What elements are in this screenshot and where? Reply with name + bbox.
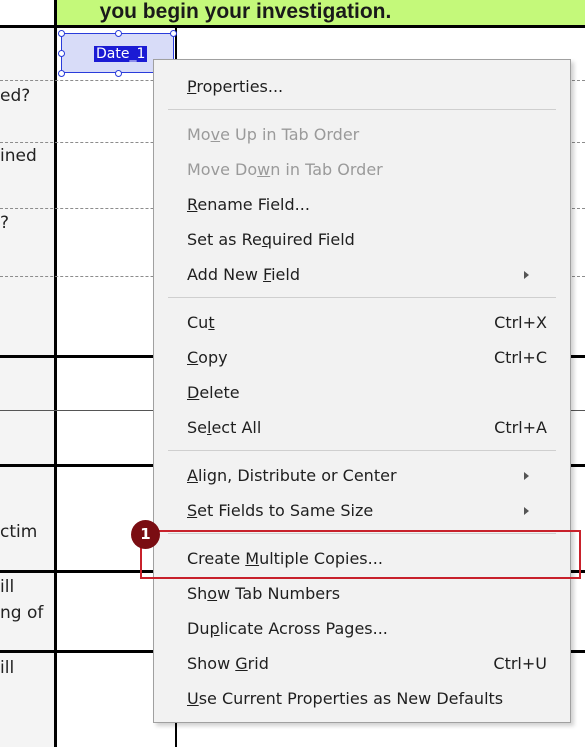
resize-handle[interactable] [58,70,65,77]
resize-handle[interactable] [58,30,65,37]
menu-item-shortcut: Ctrl+A [494,418,547,437]
menu-item-move-down-in-tab-order: Move Down in Tab Order [154,153,570,186]
form-banner: you begin your investigation. [56,0,585,26]
field-context-menu: Properties... Move Up in Tab Order Move Do… [153,59,571,723]
menu-item-set-as-required-field[interactable]: Set as Required Field [154,223,570,256]
menu-item-shortcut: Ctrl+X [494,313,547,332]
step-badge: 1 [131,520,160,549]
field-name-label: Date_1 [94,46,148,62]
form-row-border [0,25,585,28]
menu-item-add-new-field[interactable]: Add New Field [154,258,570,291]
menu-separator [168,297,556,298]
menu-item-select-all[interactable]: Select All Ctrl+A [154,411,570,444]
submenu-arrow-icon [524,507,529,515]
form-label-column [0,28,55,747]
menu-item-show-tab-numbers[interactable]: Show Tab Numbers [154,577,570,610]
menu-item-label: Add New Field [187,265,300,284]
menu-item-move-up-in-tab-order: Move Up in Tab Order [154,118,570,151]
menu-item-rename-field[interactable]: Rename Field... [154,188,570,221]
form-question-fragment: ? [0,213,10,233]
menu-item-set-fields-to-same-size[interactable]: Set Fields to Same Size [154,494,570,527]
form-question-fragment: ill [0,658,15,678]
resize-handle[interactable] [58,50,65,57]
resize-handle[interactable] [170,30,177,37]
menu-item-label: Delete [187,383,240,402]
resize-handle[interactable] [115,30,122,37]
menu-item-label: Select All [187,418,262,437]
form-question-fragment: ctim [0,522,38,542]
menu-item-label: Set Fields to Same Size [187,501,374,520]
menu-item-shortcut: Ctrl+U [493,654,547,673]
menu-item-delete[interactable]: Delete [154,376,570,409]
menu-item-cut[interactable]: Cut Ctrl+X [154,306,570,339]
menu-item-duplicate-across-pages[interactable]: Duplicate Across Pages... [154,612,570,645]
form-question-fragment: ng of [0,603,44,623]
menu-item-copy[interactable]: Copy Ctrl+C [154,341,570,374]
menu-item-align-distribute-or-center[interactable]: Align, Distribute or Center [154,459,570,492]
menu-separator [168,450,556,451]
menu-item-label: Show Tab Numbers [187,584,341,603]
menu-item-label: Move Down in Tab Order [187,160,383,179]
submenu-arrow-icon [524,472,529,480]
menu-item-shortcut: Ctrl+C [493,348,547,367]
menu-item-label: Move Up in Tab Order [187,125,360,144]
menu-item-label: Cut [187,313,215,332]
menu-item-label: Use Current Properties as New Defaults [187,689,504,708]
menu-item-label: Rename Field... [187,195,310,214]
menu-item-label: Properties... [187,77,284,96]
submenu-arrow-icon [524,271,529,279]
menu-separator [168,109,556,110]
form-question-fragment: ined [0,146,37,166]
menu-item-show-grid[interactable]: Show Grid Ctrl+U [154,647,570,680]
highlight-box [140,530,581,579]
menu-item-label: Duplicate Across Pages... [187,619,388,638]
form-question-fragment: ill [0,577,15,597]
menu-item-label: Set as Required Field [187,230,355,249]
menu-item-label: Align, Distribute or Center [187,466,397,485]
menu-item-label: Copy [187,348,228,367]
resize-handle[interactable] [115,70,122,77]
form-column-divider [54,0,57,747]
form-question-fragment: ed? [0,86,31,106]
menu-item-label: Show Grid [187,654,269,673]
menu-item-properties[interactable]: Properties... [154,70,570,103]
menu-item-use-current-properties-as-new-defaults[interactable]: Use Current Properties as New Defaults [154,682,570,715]
